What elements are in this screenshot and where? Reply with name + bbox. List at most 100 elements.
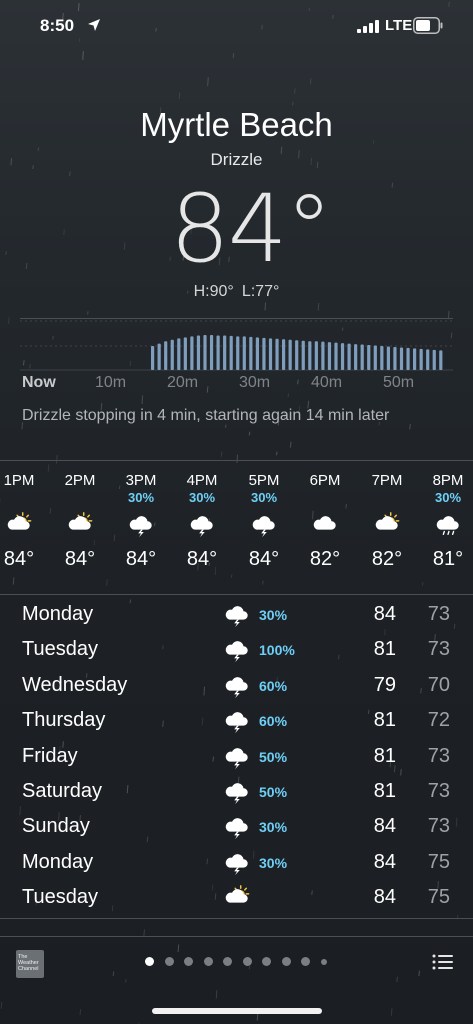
minute-label: 20m	[167, 374, 199, 391]
hour-time: 4PM	[186, 472, 218, 489]
day-precip-chance: 30%	[259, 607, 288, 623]
hour-precip-chance: 30%	[188, 490, 216, 505]
hourly-item: 3PM 30% 84°	[110, 462, 172, 571]
thunderstorm-icon	[222, 814, 252, 840]
precip-bar	[249, 336, 253, 370]
list-icon[interactable]	[432, 953, 454, 971]
daily-row: Friday 50% 81 73	[0, 739, 473, 774]
day-name: Wednesday	[22, 673, 128, 696]
day-low: 73	[427, 780, 450, 802]
hour-temp: 81°	[432, 548, 464, 570]
thunderstorm-icon	[222, 637, 252, 663]
hour-precip-chance: 30%	[250, 490, 278, 505]
hour-temp: 84°	[248, 548, 280, 570]
divider	[20, 318, 453, 319]
page-dot[interactable]	[164, 957, 174, 966]
hour-temp: 82°	[309, 548, 341, 570]
precip-bar	[151, 346, 155, 370]
page-dot[interactable]	[320, 959, 327, 965]
thunderstorm-icon	[222, 850, 252, 875]
page-dot[interactable]	[203, 957, 213, 966]
home-indicator[interactable]	[152, 1008, 322, 1014]
page-dot[interactable]	[145, 957, 154, 966]
thunderstorm-icon	[222, 708, 252, 734]
precip-bar	[327, 342, 332, 370]
day-low: 72	[427, 709, 450, 732]
precip-bar	[380, 346, 384, 370]
page-dot[interactable]	[301, 957, 310, 966]
hourly-item: 2PM 84°	[49, 462, 111, 571]
day-precip-chance: 60%	[259, 677, 288, 694]
thunderstorm-icon	[126, 512, 156, 538]
precip-bar	[203, 334, 207, 370]
page-dot[interactable]	[223, 957, 232, 966]
hour-temp: 82°	[371, 548, 403, 570]
hourly-item: 8PM 30% 81°	[417, 462, 473, 571]
weather-channel-logo[interactable]: The Weather Channel	[16, 950, 44, 978]
page-dot[interactable]	[281, 957, 291, 966]
thunderstorm-icon	[222, 673, 252, 698]
hour-precip-chance	[356, 490, 418, 506]
daily-row: Tuesday 100% 81 73	[0, 632, 473, 667]
minute-labels: Now 10m 20m 30m 40m 50m	[0, 374, 473, 394]
precip-bar	[170, 339, 174, 370]
partly-sunny-icon	[222, 885, 252, 909]
day-precip-chance: 30%	[259, 854, 288, 871]
precip-bar	[183, 337, 187, 370]
precip-bar	[301, 340, 305, 370]
precip-bar	[426, 349, 430, 370]
daily-row: Tuesday 84 75	[0, 880, 473, 915]
daily-row: Saturday 50% 81 73	[0, 774, 473, 809]
status-time: 8:50	[40, 16, 75, 35]
precip-bar	[196, 335, 201, 370]
page-dot[interactable]	[184, 957, 193, 966]
high-low: H:90° L:77°	[0, 283, 473, 301]
hour-time: 5PM	[248, 472, 280, 489]
page-dot[interactable]	[242, 957, 252, 966]
hour-precip-chance: 30%	[127, 490, 155, 505]
day-precip-chance: 50%	[259, 784, 288, 800]
day-name: Monday	[22, 850, 94, 873]
low-temp: L:77°	[241, 283, 280, 300]
divider	[0, 918, 473, 919]
daily-row: Wednesday 60% 79 70	[0, 668, 473, 703]
city-name: Myrtle Beach	[140, 106, 333, 143]
precip-bar	[255, 337, 259, 370]
partly-sunny-icon	[65, 512, 95, 536]
divider	[0, 936, 473, 937]
daily-forecast[interactable]: Monday 30% 84 73 Tuesday 100% 81 73 Wednesday 60%…	[0, 597, 473, 917]
daily-row: Monday 30% 84 75	[0, 845, 473, 880]
weather-channel-logo-text: The Weather Channel	[18, 954, 39, 972]
battery-icon	[413, 17, 443, 34]
page-indicator[interactable]	[140, 955, 340, 969]
day-name: Monday	[22, 603, 94, 625]
precip-bar	[190, 336, 194, 370]
page-dot[interactable]	[262, 957, 271, 966]
hourly-item: 5PM 30% 84°	[233, 462, 295, 571]
precip-bar	[413, 348, 417, 370]
precip-bar	[308, 341, 312, 370]
location-arrow-icon	[88, 19, 100, 31]
precip-bar	[157, 343, 161, 370]
minute-label: 50m	[383, 374, 415, 391]
day-precip-chance: 100%	[259, 642, 295, 659]
day-high: 84	[373, 850, 396, 873]
precip-bar	[373, 345, 377, 370]
day-precip-chance: 30%	[259, 819, 288, 836]
hour-time: 7PM	[371, 472, 403, 489]
day-low: 75	[427, 886, 450, 909]
precip-bar	[275, 338, 279, 370]
thunderstorm-icon	[187, 512, 217, 538]
day-low: 73	[427, 815, 450, 838]
minute-label: 10m	[95, 374, 127, 391]
day-name: Saturday	[22, 780, 103, 802]
day-low: 73	[427, 603, 450, 625]
hourly-forecast[interactable]: 1PM 84° 2PM 84° 3PM 30% 84° 4PM 30% 84° 5PM 30% 84° 6…	[0, 462, 473, 594]
daily-row: Thursday 60% 81 72	[0, 703, 473, 738]
day-name: Friday	[22, 744, 78, 767]
precip-bar	[314, 341, 318, 370]
hourly-item: 4PM 30% 84°	[171, 462, 233, 571]
precip-bar	[360, 344, 364, 370]
day-high: 84	[373, 886, 396, 909]
hourly-item: 6PM 82°	[294, 462, 356, 571]
